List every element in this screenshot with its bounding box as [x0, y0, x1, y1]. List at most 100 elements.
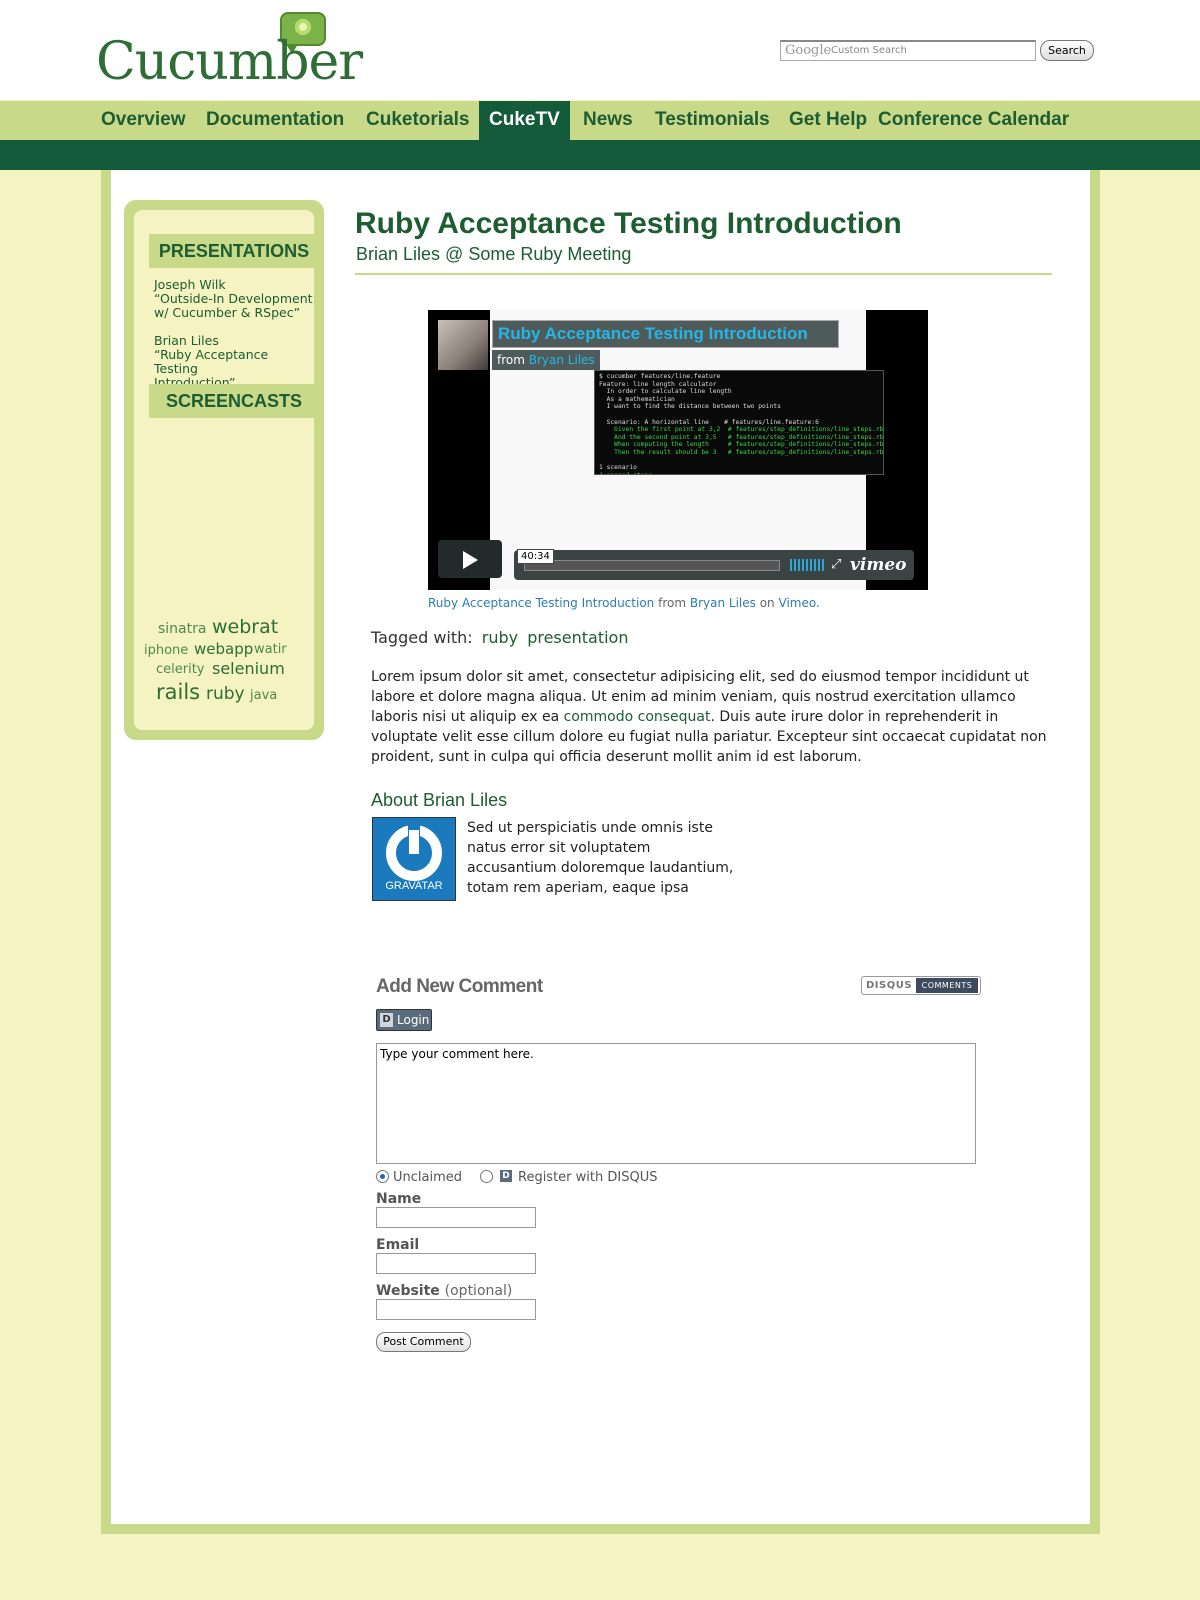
- terminal-line: When computing the length # features/ste…: [599, 441, 884, 449]
- register-radio[interactable]: [480, 1170, 493, 1183]
- video-from-prefix: from: [497, 353, 525, 367]
- search-placeholder: Custom Search: [831, 45, 907, 56]
- video-title[interactable]: Ruby Acceptance Testing Introduction: [492, 320, 839, 348]
- website-field[interactable]: [376, 1299, 536, 1320]
- tag-celerity[interactable]: celerity: [156, 662, 205, 677]
- site-logo[interactable]: Cucumber: [96, 36, 363, 88]
- presentation-title: “Ruby Acceptance Testing: [154, 347, 269, 376]
- title-divider: [355, 273, 1052, 275]
- unclaimed-radio[interactable]: [376, 1170, 389, 1183]
- disqus-icon: D: [380, 1013, 393, 1027]
- email-field[interactable]: [376, 1253, 536, 1274]
- presentations-heading: PRESENTATIONS: [149, 234, 319, 268]
- tag-list: Tagged with: ruby presentation: [371, 628, 628, 647]
- disqus-comments-label: COMMENTS: [916, 978, 978, 993]
- page-subtitle: Brian Liles @ Some Ruby Meeting: [356, 244, 632, 264]
- video-author-thumbnail[interactable]: [438, 320, 488, 370]
- terminal-line: 4 passed steps: [599, 472, 879, 474]
- tag-link-presentation[interactable]: presentation: [527, 628, 628, 647]
- avatar: GRAVATAR: [372, 817, 456, 901]
- video-terminal-frame: $ cucumber features/line.feature Feature:…: [594, 370, 884, 475]
- tag-iphone[interactable]: iphone: [144, 643, 188, 658]
- presentation-link-wilk[interactable]: Joseph Wilk “Outside-In Development w/ C…: [154, 278, 313, 320]
- tag-rails[interactable]: rails: [156, 680, 200, 704]
- terminal-line: And the second point at 3,5 # features/s…: [599, 433, 884, 441]
- nav-item-get-help[interactable]: Get Help: [779, 101, 877, 140]
- nav-item-testimonials[interactable]: Testimonials: [645, 101, 780, 140]
- terminal-line: Scenario: A horizontal line # features/l…: [599, 418, 819, 426]
- nav-item-news[interactable]: News: [573, 101, 643, 140]
- name-field[interactable]: [376, 1207, 536, 1228]
- video-author-link[interactable]: Bryan Liles: [529, 353, 595, 367]
- caption-from: from: [658, 596, 687, 610]
- search-button[interactable]: Search: [1040, 40, 1094, 61]
- login-button[interactable]: D Login: [376, 1009, 432, 1031]
- terminal-line: As a mathematician: [599, 395, 675, 403]
- terminal-line: In order to calculate line length: [599, 388, 732, 396]
- body-text: Lorem ipsum dolor sit amet, consectetur …: [371, 667, 1061, 767]
- tag-webapp[interactable]: webapp: [194, 640, 253, 658]
- presentation-author: Brian Liles: [154, 333, 219, 348]
- page-title: Ruby Acceptance Testing Introduction: [355, 207, 902, 240]
- login-label: Login: [397, 1013, 430, 1027]
- terminal-line: Feature: line length calculator: [599, 380, 717, 388]
- tag-watir[interactable]: watir: [254, 642, 287, 657]
- site-header: Cucumber Google Custom Search Search: [0, 0, 1200, 100]
- caption-vimeo-link[interactable]: Vimeo.: [779, 596, 820, 610]
- nav-item-cuketorials[interactable]: Cuketorials: [356, 101, 479, 140]
- tag-sinatra[interactable]: sinatra: [158, 621, 206, 637]
- play-button[interactable]: [438, 540, 502, 578]
- video-byline: from Bryan Liles: [492, 350, 600, 370]
- nav-item-cuketv[interactable]: CukeTV: [479, 101, 570, 140]
- tag-selenium[interactable]: selenium: [212, 659, 285, 678]
- video-controls: 40:34 ⤢ vimeo: [514, 549, 914, 580]
- nav-item-overview[interactable]: Overview: [91, 101, 196, 140]
- main-nav: Overview Documentation Cuketorials CukeT…: [0, 101, 1200, 140]
- video-time: 40:34: [517, 549, 554, 564]
- presentation-author: Joseph Wilk: [154, 277, 226, 292]
- sidebar: PRESENTATIONS Joseph Wilk “Outside-In De…: [124, 200, 324, 740]
- tag-java[interactable]: java: [250, 688, 277, 703]
- caption-author-link[interactable]: Bryan Liles: [690, 596, 756, 610]
- comment-textarea[interactable]: Type your comment here.: [376, 1043, 976, 1164]
- terminal-line: Then the result should be 3 # features/s…: [599, 448, 884, 456]
- disqus-badge[interactable]: DISQUS COMMENTS: [861, 976, 981, 995]
- video-player[interactable]: $ cucumber features/line.feature Feature:…: [428, 310, 928, 590]
- terminal-line: I want to find the distance between two …: [599, 403, 781, 411]
- disqus-brand: DISQUS: [866, 980, 913, 991]
- about-text: Sed ut perspiciatis unde omnis iste natu…: [467, 820, 734, 896]
- video-scrubber[interactable]: 40:34: [517, 549, 780, 571]
- comments-heading: Add New Comment: [376, 976, 543, 997]
- nav-subbar: [0, 140, 1200, 170]
- post-comment-button[interactable]: Post Comment: [376, 1332, 471, 1352]
- vimeo-logo[interactable]: vimeo: [850, 555, 906, 575]
- email-label: Email: [376, 1237, 420, 1253]
- website-label: Website (optional): [376, 1283, 512, 1299]
- volume-icon[interactable]: [790, 559, 824, 571]
- register-label: Register with DISQUS: [518, 1170, 658, 1185]
- tag-webrat[interactable]: webrat: [212, 616, 278, 638]
- tagged-label: Tagged with:: [371, 628, 473, 647]
- presentation-link-liles[interactable]: Brian Liles “Ruby Acceptance Testing Int…: [154, 334, 314, 390]
- fullscreen-icon[interactable]: ⤢: [831, 558, 841, 572]
- avatar-label: GRAVATAR: [385, 880, 443, 892]
- about-heading: About Brian Liles: [371, 790, 508, 810]
- body-inline-link[interactable]: commodo consequat: [564, 709, 711, 725]
- caption-on: on: [759, 596, 775, 610]
- nav-item-documentation[interactable]: Documentation: [196, 101, 354, 140]
- website-label-text: Website: [376, 1283, 440, 1299]
- optional-hint: (optional): [444, 1283, 513, 1299]
- tag-ruby[interactable]: ruby: [206, 684, 245, 704]
- google-brand: Google: [785, 43, 832, 58]
- tag-link-ruby[interactable]: ruby: [482, 628, 518, 647]
- search-input[interactable]: Google Custom Search: [780, 40, 1036, 61]
- terminal-line: Given the first point at 3,2 # features/…: [599, 426, 884, 434]
- terminal-line: $ cucumber features/line.feature: [599, 373, 721, 380]
- video-caption-link[interactable]: Ruby Acceptance Testing Introduction: [428, 596, 654, 610]
- unclaimed-label: Unclaimed: [393, 1170, 463, 1185]
- presentation-title: w/ Cucumber & RSpec”: [154, 305, 301, 320]
- nav-item-conference-calendar[interactable]: Conference Calendar: [868, 101, 1079, 140]
- screencasts-heading: SCREENCASTS: [149, 384, 319, 418]
